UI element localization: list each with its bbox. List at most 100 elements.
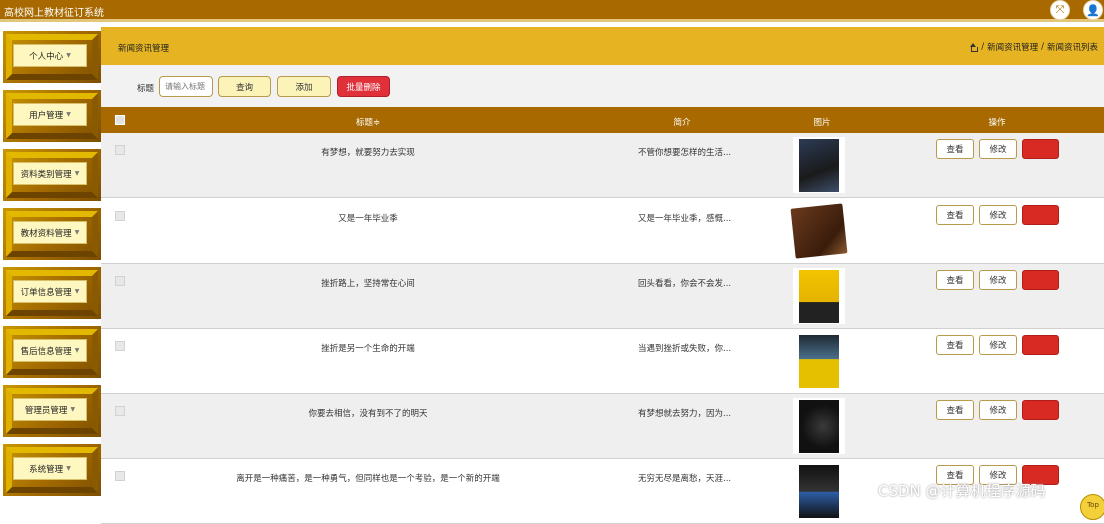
caret-down-icon: ▼ — [66, 465, 71, 472]
back-to-top-button[interactable]: Top — [1080, 494, 1104, 520]
book-cover-image — [799, 138, 839, 192]
sidebar: 个人中心 ▼ 用户管理 ▼ 资料类别管理 ▼ 教材资料管理 ▼ 订单信息管理 ▼ 售后信息… — [0, 27, 101, 510]
row-checkbox[interactable] — [115, 145, 125, 155]
row-intro: 不管你想要怎样的生活... — [638, 148, 732, 158]
sidebar-item-label: 用户管理 — [29, 110, 64, 121]
view-button[interactable]: 查看 — [936, 400, 974, 420]
caret-down-icon: ▼ — [66, 111, 71, 118]
sidebar-item-orders[interactable]: 订单信息管理 ▼ — [3, 267, 101, 319]
caret-down-icon: ▼ — [66, 52, 71, 59]
book-cover-image — [790, 203, 848, 259]
caret-down-icon: ▼ — [74, 288, 80, 295]
top-bar: 高校网上教材征订系统 ⤧ 👤 — [0, 0, 1104, 22]
row-intro: 有梦想就去努力，因为... — [638, 409, 732, 419]
row-intro: 当遇到挫折或失败，你... — [638, 344, 732, 354]
search-bar: 标题 查询 添加 批量删除 — [101, 65, 1104, 107]
row-checkbox[interactable] — [115, 471, 125, 481]
row-image — [793, 333, 845, 389]
sidebar-item-material-category[interactable]: 资料类别管理 ▼ — [3, 149, 101, 201]
table-row: 有梦想，就要努力去实现 不管你想要怎样的生活... 查看 修改 删除 — [101, 133, 1104, 198]
breadcrumb-item[interactable]: 新闻资讯管理 — [987, 41, 1038, 53]
column-header-intro: 简介 — [673, 118, 691, 128]
delete-button[interactable]: 删除 — [1022, 335, 1059, 355]
row-image — [793, 463, 845, 519]
delete-button[interactable]: 删除 — [1022, 139, 1059, 159]
query-button[interactable]: 查询 — [218, 76, 271, 97]
row-title: 挫折是另一个生命的开端 — [321, 344, 415, 354]
sidebar-item-label: 教材资料管理 — [20, 228, 72, 239]
row-title: 你要去相信，没有到不了的明天 — [308, 409, 428, 419]
view-button[interactable]: 查看 — [936, 205, 974, 225]
fullscreen-icon[interactable]: ⤧ — [1050, 0, 1070, 20]
sidebar-item-label: 个人中心 — [29, 51, 64, 62]
caret-down-icon: ▼ — [74, 347, 80, 354]
sidebar-item-after-sales[interactable]: 售后信息管理 ▼ — [3, 326, 101, 378]
edit-button[interactable]: 修改 — [979, 205, 1017, 225]
caret-down-icon: ▼ — [70, 406, 76, 413]
column-header-image: 图片 — [813, 118, 831, 128]
sidebar-item-admins[interactable]: 管理员管理 ▼ — [3, 385, 101, 437]
row-title: 又是一年毕业季 — [338, 214, 398, 224]
view-button[interactable]: 查看 — [936, 270, 974, 290]
row-checkbox[interactable] — [115, 276, 125, 286]
select-all-checkbox[interactable] — [115, 115, 125, 125]
row-image — [793, 398, 845, 454]
sidebar-item-label: 订单信息管理 — [20, 287, 72, 298]
breadcrumb: / 新闻资讯管理 / 新闻资讯列表 — [969, 41, 1098, 53]
row-checkbox[interactable] — [115, 406, 125, 416]
sidebar-item-users[interactable]: 用户管理 ▼ — [3, 90, 101, 142]
row-title: 离开是一种痛苦，是一种勇气，但同样也是一个考验，是一个新的开端 — [236, 474, 500, 484]
row-intro: 又是一年毕业季，感慨... — [638, 214, 732, 224]
delete-button[interactable]: 删除 — [1022, 270, 1059, 290]
batch-delete-button[interactable]: 批量删除 — [337, 76, 390, 97]
home-icon[interactable] — [969, 42, 979, 52]
delete-button[interactable]: 删除 — [1022, 400, 1059, 420]
table-row: 挫折是另一个生命的开端 当遇到挫折或失败，你... 查看 修改 删除 — [101, 329, 1104, 394]
search-label: 标题 — [137, 84, 155, 94]
edit-button[interactable]: 修改 — [979, 270, 1017, 290]
caret-down-icon: ▼ — [74, 170, 80, 177]
sidebar-item-label: 售后信息管理 — [20, 346, 72, 357]
edit-button[interactable]: 修改 — [979, 335, 1017, 355]
sidebar-item-label: 资料类别管理 — [20, 169, 72, 180]
app-title: 高校网上教材征订系统 — [4, 8, 104, 19]
page-header: 新闻资讯管理 / 新闻资讯管理 / 新闻资讯列表 — [101, 27, 1104, 65]
search-input[interactable] — [159, 76, 213, 97]
row-title: 挫折路上，坚持常在心间 — [321, 279, 415, 289]
row-image — [793, 137, 845, 193]
breadcrumb-item: 新闻资讯列表 — [1046, 43, 1098, 53]
row-image — [793, 268, 845, 324]
edit-button[interactable]: 修改 — [979, 139, 1017, 159]
breadcrumb-separator: / — [981, 42, 985, 52]
column-header-title[interactable]: 标题≑ — [356, 116, 380, 128]
sidebar-item-personal-center[interactable]: 个人中心 ▼ — [3, 31, 101, 83]
book-cover-image — [799, 399, 839, 453]
view-button[interactable]: 查看 — [936, 335, 974, 355]
row-image — [790, 203, 848, 259]
watermark: CSDN @计算机程序源码 — [878, 482, 1046, 500]
row-checkbox[interactable] — [115, 341, 125, 351]
table-row: 你要去相信，没有到不了的明天 有梦想就去努力，因为... 查看 修改 删除 — [101, 394, 1104, 459]
sidebar-item-label: 管理员管理 — [24, 405, 68, 416]
row-intro: 无穷无尽是离愁，天涯... — [638, 474, 732, 484]
book-cover-image — [799, 269, 839, 323]
user-icon[interactable]: 👤 — [1083, 0, 1103, 20]
page-title: 新闻资讯管理 — [118, 44, 170, 54]
delete-button[interactable]: 删除 — [1022, 205, 1059, 225]
row-title: 有梦想，就要努力去实现 — [321, 148, 415, 158]
sidebar-item-textbook[interactable]: 教材资料管理 ▼ — [3, 208, 101, 260]
sidebar-item-label: 系统管理 — [29, 464, 64, 475]
table-row: 又是一年毕业季 又是一年毕业季，感慨... 查看 修改 删除 — [101, 199, 1104, 264]
edit-button[interactable]: 修改 — [979, 400, 1017, 420]
row-checkbox[interactable] — [115, 211, 125, 221]
breadcrumb-separator: / — [1041, 42, 1044, 52]
table-row: 挫折路上，坚持常在心间 回头看看，你会不会发... 查看 修改 删除 — [101, 264, 1104, 329]
row-intro: 回头看看，你会不会发... — [638, 279, 732, 289]
sidebar-item-system[interactable]: 系统管理 ▼ — [3, 444, 101, 496]
add-button[interactable]: 添加 — [277, 76, 331, 97]
table-header: 标题≑ 简介 图片 操作 — [101, 107, 1104, 133]
book-cover-image — [799, 334, 839, 388]
column-header-actions: 操作 — [988, 118, 1006, 128]
view-button[interactable]: 查看 — [936, 139, 974, 159]
caret-down-icon: ▼ — [74, 229, 80, 236]
